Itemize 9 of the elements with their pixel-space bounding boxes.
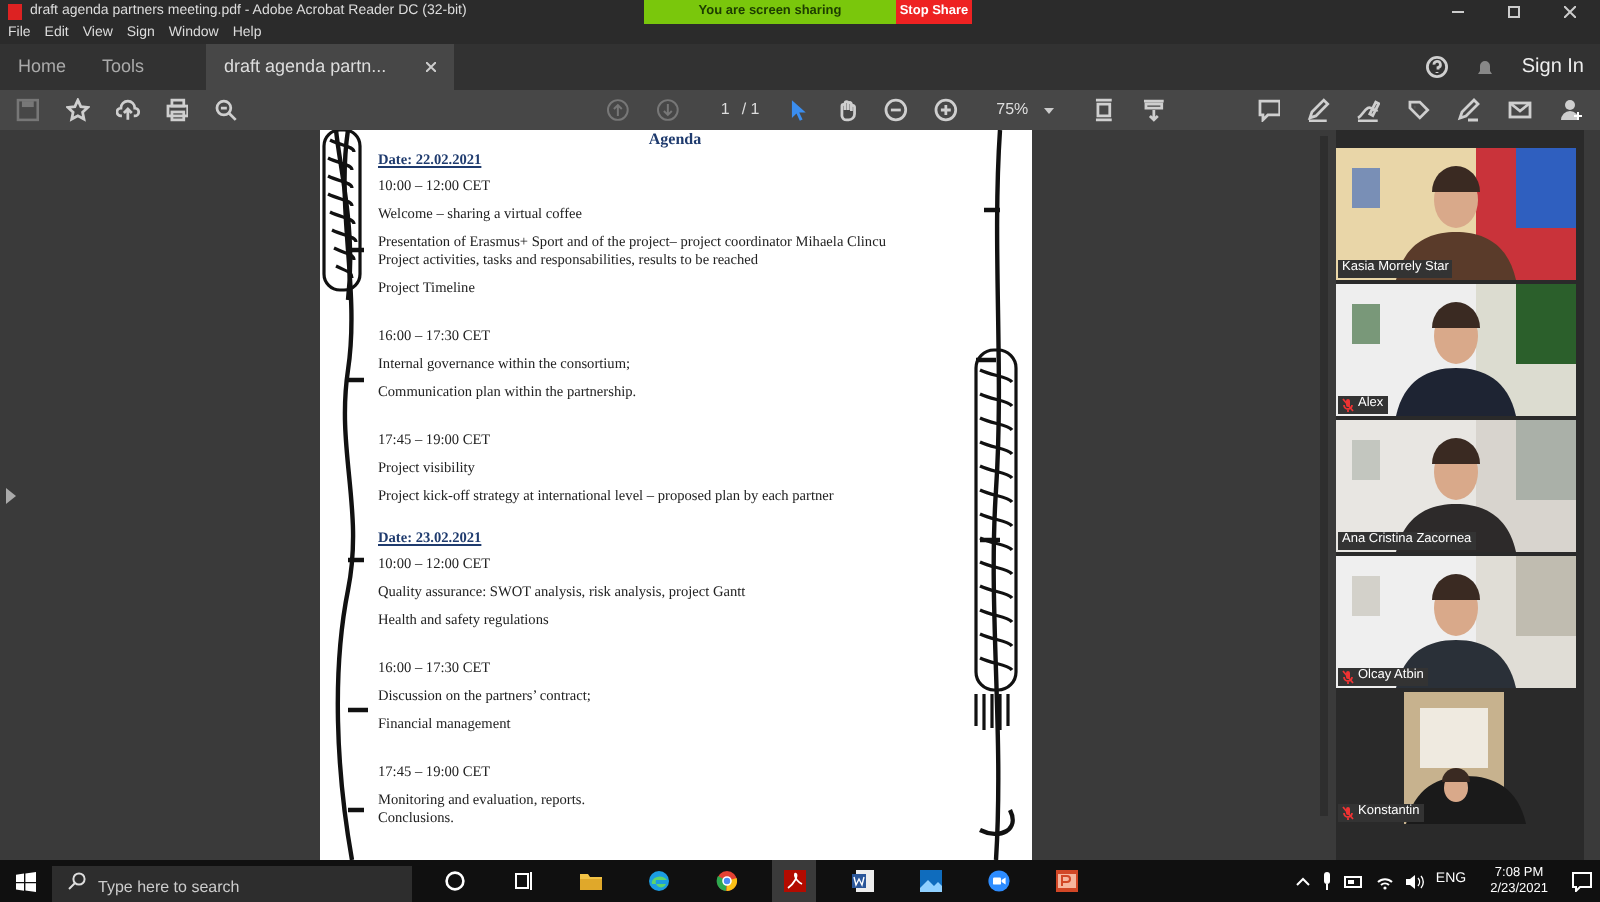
page-number-field[interactable]: 1: [705, 98, 730, 122]
tab[interactable]: draft agenda partn...: [206, 44, 455, 90]
taskbar-search-field[interactable]: Type here to search: [52, 866, 412, 902]
document-heading: Agenda: [648, 130, 702, 148]
tab[interactable]: Home: [0, 44, 85, 90]
sign-in-button[interactable]: Sign In: [1521, 52, 1584, 82]
zoom-dropdown[interactable]: 75%: [984, 98, 1067, 122]
tab[interactable]: Tools: [84, 44, 163, 90]
page-total: / 1: [741, 98, 760, 122]
